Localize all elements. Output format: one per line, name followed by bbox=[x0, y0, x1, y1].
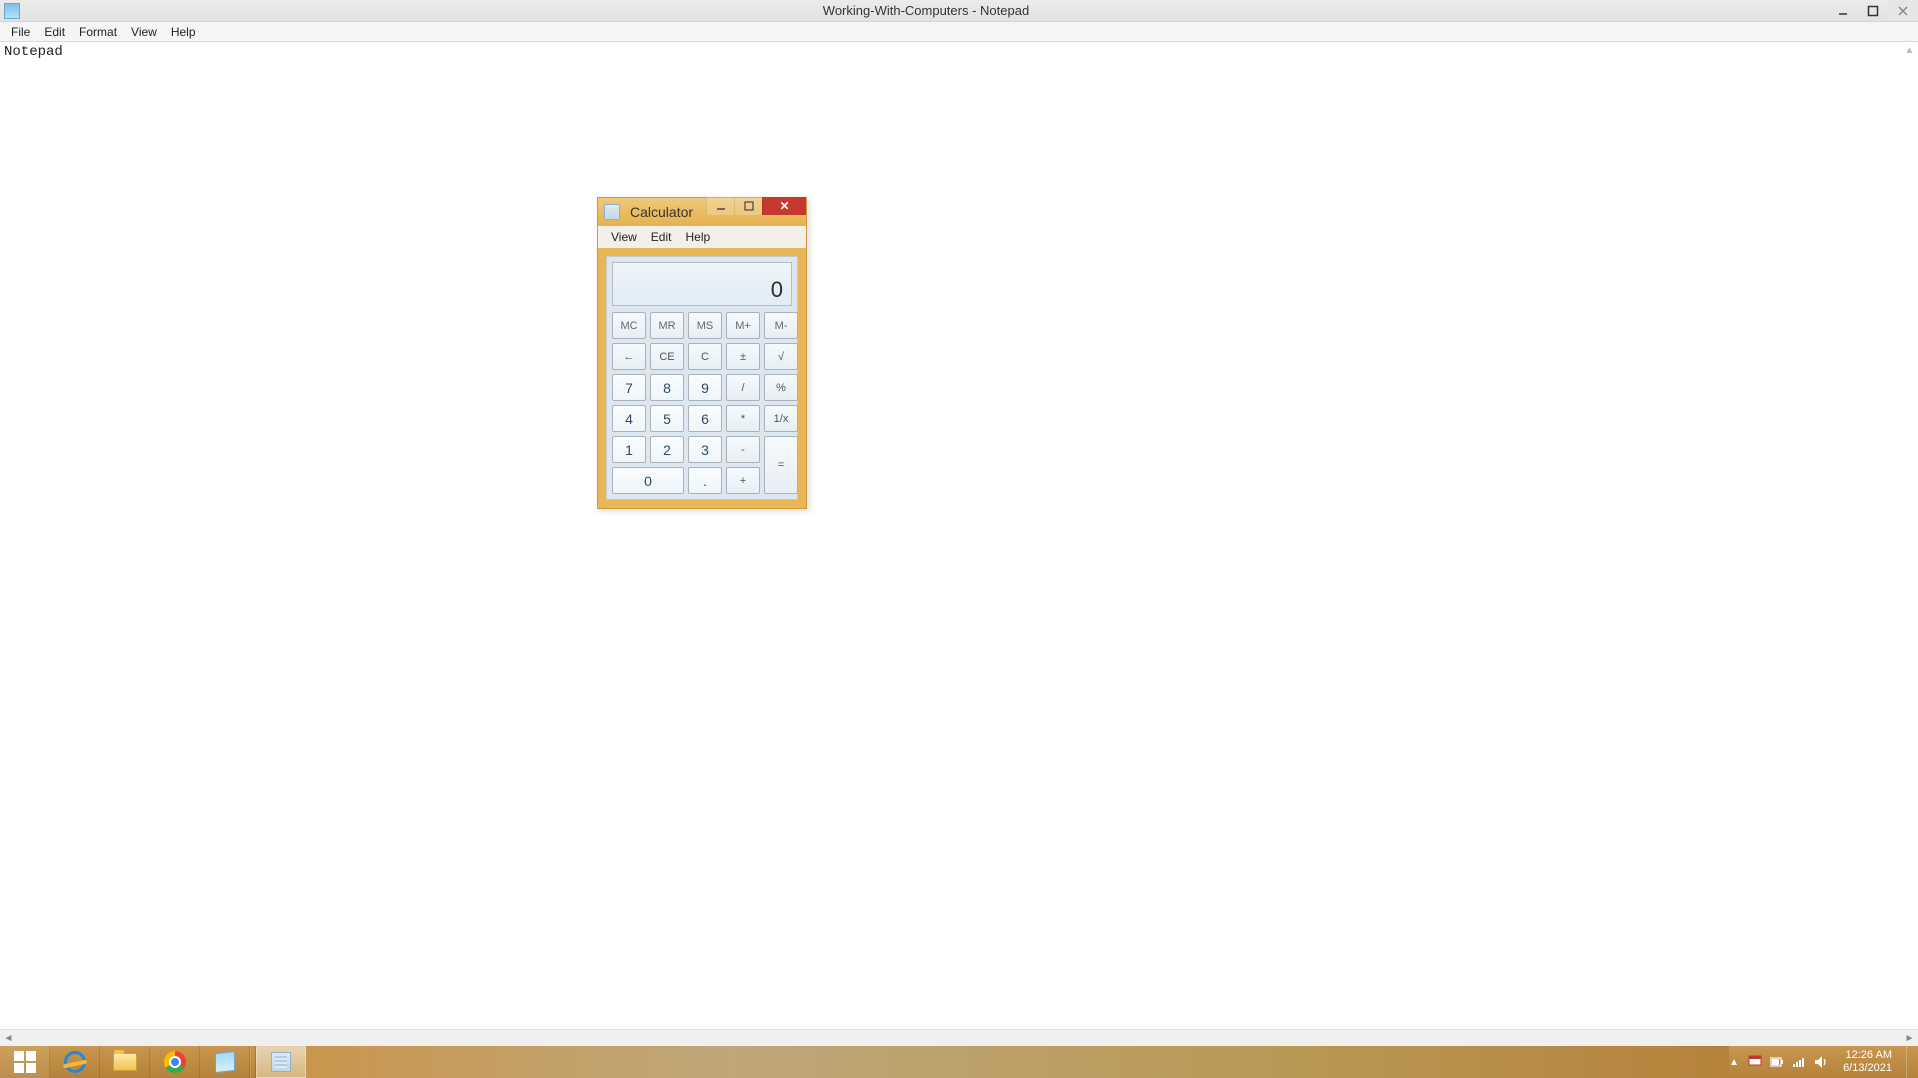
calc-btn-6[interactable]: 6 bbox=[688, 405, 722, 432]
taskbar-calculator-button[interactable] bbox=[256, 1046, 306, 1078]
start-button[interactable] bbox=[0, 1046, 50, 1078]
calculator-menubar: View Edit Help bbox=[598, 226, 806, 248]
calculator-window-controls: ✕ bbox=[706, 197, 806, 215]
menu-help[interactable]: Help bbox=[164, 25, 203, 39]
notepad-app-icon bbox=[4, 3, 20, 19]
calc-btn-add[interactable]: + bbox=[726, 467, 760, 494]
scroll-right-arrow[interactable]: ► bbox=[1901, 1030, 1918, 1047]
calc-btn-equals[interactable]: = bbox=[764, 436, 798, 494]
tray-volume-icon[interactable] bbox=[1813, 1054, 1829, 1070]
menu-format[interactable]: Format bbox=[72, 25, 124, 39]
taskbar-notepad-button[interactable] bbox=[200, 1046, 250, 1078]
notepad-window: Working-With-Computers - Notepad File Ed… bbox=[0, 0, 1918, 1046]
taskbar-explorer-button[interactable] bbox=[100, 1046, 150, 1078]
calculator-display-value: 0 bbox=[771, 277, 783, 303]
calc-btn-reciprocal[interactable]: 1/x bbox=[764, 405, 798, 432]
notepad-text-area[interactable]: Notepad ▲ bbox=[0, 42, 1918, 1029]
chrome-icon bbox=[164, 1051, 186, 1073]
taskbar-chrome-button[interactable] bbox=[150, 1046, 200, 1078]
calc-btn-0[interactable]: 0 bbox=[612, 467, 684, 494]
notepad-window-controls bbox=[1828, 0, 1918, 21]
taskbar-ie-button[interactable] bbox=[50, 1046, 100, 1078]
calc-btn-2[interactable]: 2 bbox=[650, 436, 684, 463]
calc-btn-5[interactable]: 5 bbox=[650, 405, 684, 432]
calc-btn-8[interactable]: 8 bbox=[650, 374, 684, 401]
tray-network-icon[interactable] bbox=[1791, 1054, 1807, 1070]
calc-btn-plusminus[interactable]: ± bbox=[726, 343, 760, 370]
calc-btn-mr[interactable]: MR bbox=[650, 312, 684, 339]
menu-file[interactable]: File bbox=[4, 25, 37, 39]
notepad-menubar: File Edit Format View Help bbox=[0, 22, 1918, 42]
calc-btn-1[interactable]: 1 bbox=[612, 436, 646, 463]
calc-btn-3[interactable]: 3 bbox=[688, 436, 722, 463]
calculator-panel: 0 MC MR MS M+ M- ← CE C ± √ 7 8 9 / % 4 … bbox=[606, 256, 798, 500]
taskbar-spacer[interactable] bbox=[306, 1046, 1729, 1078]
menu-edit[interactable]: Edit bbox=[37, 25, 72, 39]
calc-btn-sqrt[interactable]: √ bbox=[764, 343, 798, 370]
notepad-titlebar[interactable]: Working-With-Computers - Notepad bbox=[0, 0, 1918, 22]
calc-btn-7[interactable]: 7 bbox=[612, 374, 646, 401]
calculator-titlebar[interactable]: Calculator ✕ bbox=[598, 198, 806, 226]
calc-btn-decimal[interactable]: . bbox=[688, 467, 722, 494]
taskbar-right: ▲ 12:26 AM 6/13/2021 bbox=[1729, 1046, 1918, 1078]
calc-maximize-button[interactable] bbox=[734, 197, 762, 215]
calc-minimize-button[interactable] bbox=[706, 197, 734, 215]
calc-close-button[interactable]: ✕ bbox=[762, 197, 806, 215]
calc-btn-backspace[interactable]: ← bbox=[612, 343, 646, 370]
calculator-title: Calculator bbox=[630, 204, 693, 220]
calculator-display: 0 bbox=[612, 262, 792, 306]
windows-logo-icon bbox=[14, 1051, 36, 1073]
calculator-app-icon bbox=[604, 204, 620, 220]
calc-menu-view[interactable]: View bbox=[604, 230, 644, 244]
calc-btn-ce[interactable]: CE bbox=[650, 343, 684, 370]
system-tray bbox=[1747, 1054, 1829, 1070]
calculator-window: Calculator ✕ View Edit Help 0 MC MR MS M… bbox=[597, 197, 807, 509]
show-hidden-icons-button[interactable]: ▲ bbox=[1729, 1057, 1739, 1068]
calc-btn-9[interactable]: 9 bbox=[688, 374, 722, 401]
calc-btn-percent[interactable]: % bbox=[764, 374, 798, 401]
calc-btn-subtract[interactable]: - bbox=[726, 436, 760, 463]
tray-flag-icon[interactable] bbox=[1747, 1054, 1763, 1070]
taskbar-clock[interactable]: 12:26 AM 6/13/2021 bbox=[1837, 1049, 1898, 1075]
file-explorer-icon bbox=[113, 1053, 137, 1071]
calc-menu-help[interactable]: Help bbox=[678, 230, 717, 244]
maximize-button[interactable] bbox=[1858, 0, 1888, 21]
calc-btn-mc[interactable]: MC bbox=[612, 312, 646, 339]
close-button[interactable] bbox=[1888, 0, 1918, 21]
minimize-button[interactable] bbox=[1828, 0, 1858, 21]
taskbar-time: 12:26 AM bbox=[1843, 1049, 1892, 1062]
calculator-keypad: MC MR MS M+ M- ← CE C ± √ 7 8 9 / % 4 5 … bbox=[612, 312, 792, 494]
taskbar: ▲ 12:26 AM 6/13/2021 bbox=[0, 1046, 1918, 1078]
calc-btn-mplus[interactable]: M+ bbox=[726, 312, 760, 339]
internet-explorer-icon bbox=[64, 1051, 86, 1073]
calc-btn-multiply[interactable]: * bbox=[726, 405, 760, 432]
calc-btn-divide[interactable]: / bbox=[726, 374, 760, 401]
menu-view[interactable]: View bbox=[124, 25, 164, 39]
scroll-up-arrow[interactable]: ▲ bbox=[1901, 42, 1918, 59]
taskbar-left bbox=[0, 1046, 306, 1078]
taskbar-date: 6/13/2021 bbox=[1843, 1062, 1892, 1075]
calculator-body: 0 MC MR MS M+ M- ← CE C ± √ 7 8 9 / % 4 … bbox=[598, 248, 806, 508]
show-desktop-button[interactable] bbox=[1906, 1046, 1914, 1078]
scroll-left-arrow[interactable]: ◄ bbox=[0, 1030, 17, 1047]
notepad-icon bbox=[215, 1051, 235, 1073]
notepad-title: Working-With-Computers - Notepad bbox=[24, 3, 1828, 18]
calc-menu-edit[interactable]: Edit bbox=[644, 230, 679, 244]
calc-btn-mminus[interactable]: M- bbox=[764, 312, 798, 339]
calculator-icon bbox=[271, 1052, 291, 1072]
calc-btn-c[interactable]: C bbox=[688, 343, 722, 370]
calc-btn-4[interactable]: 4 bbox=[612, 405, 646, 432]
calc-btn-ms[interactable]: MS bbox=[688, 312, 722, 339]
notepad-content: Notepad bbox=[4, 44, 63, 60]
tray-battery-icon[interactable] bbox=[1769, 1054, 1785, 1070]
horizontal-scrollbar[interactable]: ◄ ► bbox=[0, 1029, 1918, 1046]
